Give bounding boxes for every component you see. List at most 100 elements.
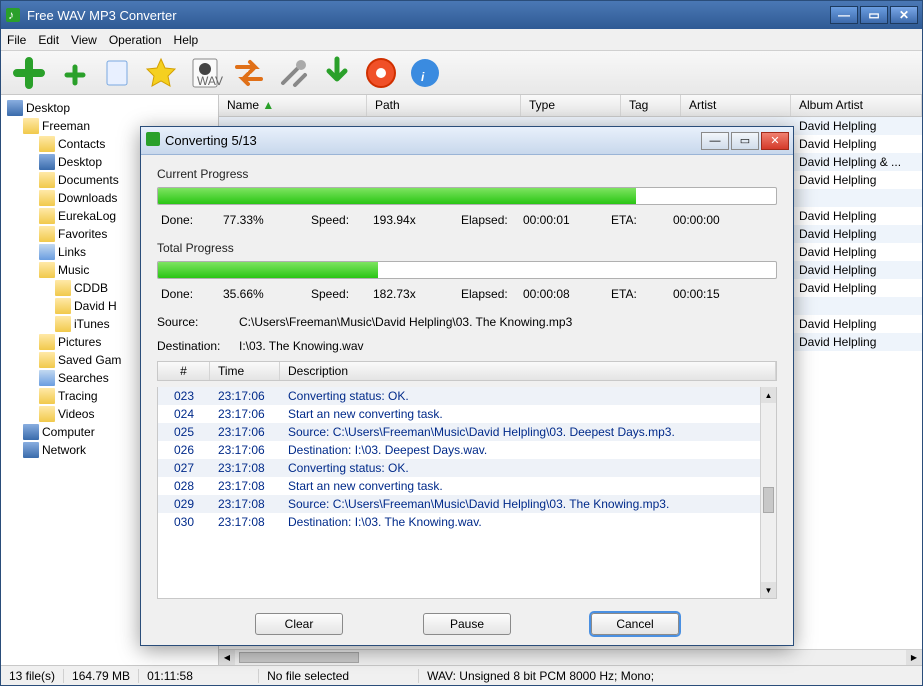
menu-help[interactable]: Help [174,33,199,47]
total-speed: 182.73x [373,287,453,301]
log-row[interactable]: 02623:17:06Destination: I:\03. Deepest D… [158,441,776,459]
source-path: C:\Users\Freeman\Music\David Helpling\03… [239,315,572,329]
col-tag[interactable]: Tag [621,95,681,116]
scroll-thumb[interactable] [239,652,359,663]
log-row[interactable]: 02523:17:06Source: C:\Users\Freeman\Musi… [158,423,776,441]
current-stats: Done:77.33% Speed:193.94x Elapsed:00:00:… [157,211,777,233]
dialog-close-button[interactable]: ✕ [761,132,789,150]
cell-albumartist: David Helpling [791,208,922,224]
col-artist[interactable]: Artist [681,95,791,116]
cell-albumartist: David Helpling [791,244,922,260]
log-scrollbar[interactable]: ▲ ▼ [760,387,776,598]
scroll-down-icon[interactable]: ▼ [761,582,776,598]
cell-albumartist: David Helpling [791,334,922,350]
log-row[interactable]: 02423:17:06Start an new converting task. [158,405,776,423]
add-button[interactable] [9,53,49,93]
open-folder-button[interactable] [97,53,137,93]
close-button[interactable]: ✕ [890,6,918,24]
menu-operation[interactable]: Operation [109,33,162,47]
log-header: # Time Description [157,361,777,381]
help-button[interactable] [361,53,401,93]
status-format: WAV: Unsigned 8 bit PCM 8000 Hz; Mono; [419,669,922,683]
total-progress-label: Total Progress [157,241,777,255]
log-scroll-thumb[interactable] [763,487,774,513]
col-albumartist[interactable]: Album Artist [791,95,922,116]
menu-file[interactable]: File [7,33,26,47]
converting-dialog: Converting 5/13 — ▭ ✕ Current Progress D… [140,126,794,646]
total-progress-bar [157,261,777,279]
sort-up-icon: ▲ [262,98,274,112]
titlebar[interactable]: ♪ Free WAV MP3 Converter — ▭ ✕ [1,1,922,29]
log-body[interactable]: 02323:17:06Converting status: OK.02423:1… [157,387,777,599]
col-path[interactable]: Path [367,95,521,116]
pause-button[interactable]: Pause [423,613,511,635]
cell-albumartist: David Helpling [791,226,922,242]
logcol-number[interactable]: # [158,362,210,380]
toolbar: WAV i [1,51,922,95]
log-row[interactable]: 02323:17:06Converting status: OK. [158,387,776,405]
current-elapsed: 00:00:01 [523,213,603,227]
convert-button[interactable] [229,53,269,93]
list-header: Name ▲ Path Type Tag Artist Album Artist [219,95,922,117]
settings-button[interactable] [273,53,313,93]
log-row[interactable]: 02723:17:08Converting status: OK. [158,459,776,477]
download-button[interactable] [317,53,357,93]
status-size: 164.79 MB [64,669,139,683]
status-filecount: 13 file(s) [1,669,64,683]
scroll-up-icon[interactable]: ▲ [761,387,776,403]
add-file-button[interactable] [53,53,93,93]
dialog-icon [145,131,161,150]
cell-albumartist: David Helpling [791,262,922,278]
dialog-maximize-button[interactable]: ▭ [731,132,759,150]
scroll-right-icon[interactable]: ▶ [906,650,922,665]
dialog-title: Converting 5/13 [161,133,699,148]
status-duration: 01:11:58 [139,669,259,683]
dialog-minimize-button[interactable]: — [701,132,729,150]
dialog-titlebar[interactable]: Converting 5/13 — ▭ ✕ [141,127,793,155]
cell-albumartist: David Helpling [791,316,922,332]
col-type[interactable]: Type [521,95,621,116]
log-row[interactable]: 02823:17:08Start an new converting task. [158,477,776,495]
log-row[interactable]: 02923:17:08Source: C:\Users\Freeman\Musi… [158,495,776,513]
destination-label: Destination: [157,339,239,353]
cell-albumartist: David Helpling [791,136,922,152]
maximize-button[interactable]: ▭ [860,6,888,24]
logcol-description[interactable]: Description [280,362,776,380]
cell-albumartist [791,305,922,307]
current-speed: 193.94x [373,213,453,227]
total-done: 35.66% [223,287,303,301]
menu-view[interactable]: View [71,33,97,47]
logcol-time[interactable]: Time [210,362,280,380]
cell-albumartist: David Helpling [791,118,922,134]
cell-albumartist: David Helpling & ... [791,154,922,170]
scroll-left-icon[interactable]: ◀ [219,650,235,665]
current-eta: 00:00:00 [673,213,753,227]
svg-text:♪: ♪ [8,8,14,22]
status-selection: No file selected [259,669,419,683]
cell-albumartist: David Helpling [791,280,922,296]
menu-bar: File Edit View Operation Help [1,29,922,51]
total-eta: 00:00:15 [673,287,753,301]
app-title: Free WAV MP3 Converter [27,8,830,23]
minimize-button[interactable]: — [830,6,858,24]
total-stats: Done:35.66% Speed:182.73x Elapsed:00:00:… [157,285,777,307]
output-format-button[interactable]: WAV [185,53,225,93]
current-progress-label: Current Progress [157,167,777,181]
current-done: 77.33% [223,213,303,227]
log-row[interactable]: 03023:17:08Destination: I:\03. The Knowi… [158,513,776,531]
total-elapsed: 00:00:08 [523,287,603,301]
col-name[interactable]: Name ▲ [219,95,367,116]
status-bar: 13 file(s) 164.79 MB 01:11:58 No file se… [1,665,922,685]
svg-text:WAV: WAV [197,74,223,88]
current-progress-bar [157,187,777,205]
favorite-button[interactable] [141,53,181,93]
clear-button[interactable]: Clear [255,613,343,635]
menu-edit[interactable]: Edit [38,33,59,47]
destination-path: I:\03. The Knowing.wav [239,339,364,353]
horizontal-scrollbar[interactable]: ◀ ▶ [219,649,922,665]
app-icon: ♪ [5,7,21,23]
source-label: Source: [157,315,239,329]
cancel-button[interactable]: Cancel [591,613,679,635]
tree-desktop[interactable]: Desktop [3,99,216,117]
info-button[interactable]: i [405,53,445,93]
